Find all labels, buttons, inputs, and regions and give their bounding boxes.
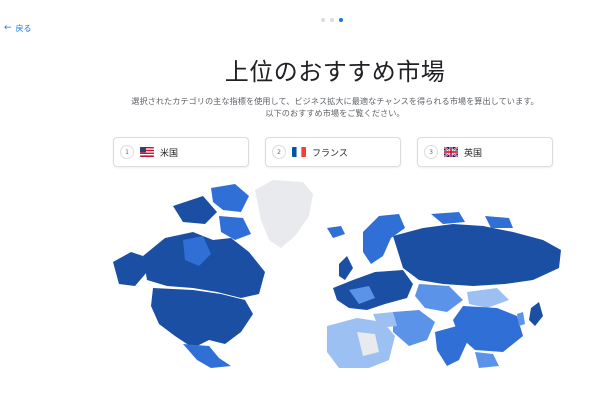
map-russia <box>393 224 561 286</box>
step-dot-3-active <box>339 18 343 22</box>
country-name: 英国 <box>464 148 483 159</box>
map-alaska <box>113 252 147 286</box>
step-dot-2 <box>330 18 334 22</box>
map-arctic-islands <box>211 184 249 212</box>
market-card-2[interactable]: 2 フランス <box>265 137 401 167</box>
back-link[interactable]: ← 戻る <box>4 23 32 34</box>
description-line-1: 選択されたカテゴリの主な指標を使用して、ビジネス拡大に最適なチャンスを得られる市… <box>131 96 539 106</box>
page-description: 選択されたカテゴリの主な指標を使用して、ビジネス拡大に最適なチャンスを得られる市… <box>0 95 600 119</box>
map-iceland <box>327 226 345 238</box>
map-japan <box>529 302 543 326</box>
map-central-asia <box>415 284 463 312</box>
step-dot-1 <box>321 18 325 22</box>
back-label: 戻る <box>15 24 32 33</box>
map-greenland <box>255 180 313 248</box>
description-line-2: 以下のおすすめ市場をご覧ください。 <box>265 108 405 118</box>
map-middle-east <box>393 310 435 346</box>
world-map <box>113 180 561 368</box>
step-indicator <box>321 18 343 22</box>
country-name: 米国 <box>160 148 179 159</box>
rank-badge: 3 <box>424 145 438 159</box>
market-card-1[interactable]: 1 米国 <box>113 137 249 167</box>
map-mexico <box>183 344 231 368</box>
page-title: 上位のおすすめ市場 <box>224 58 446 86</box>
uk-flag-icon <box>444 147 458 157</box>
us-flag-icon <box>140 147 154 157</box>
rank-badge: 2 <box>272 145 286 159</box>
map-mongolia <box>467 288 509 308</box>
country-name: フランス <box>312 148 348 159</box>
rank-badge: 1 <box>120 145 134 159</box>
arrow-left-icon: ← <box>4 23 12 33</box>
market-card-list: 1 米国 2 フランス 3 英国 <box>113 137 553 167</box>
france-flag-icon <box>292 147 306 157</box>
map-uk <box>339 256 353 280</box>
market-card-3[interactable]: 3 英国 <box>417 137 553 167</box>
